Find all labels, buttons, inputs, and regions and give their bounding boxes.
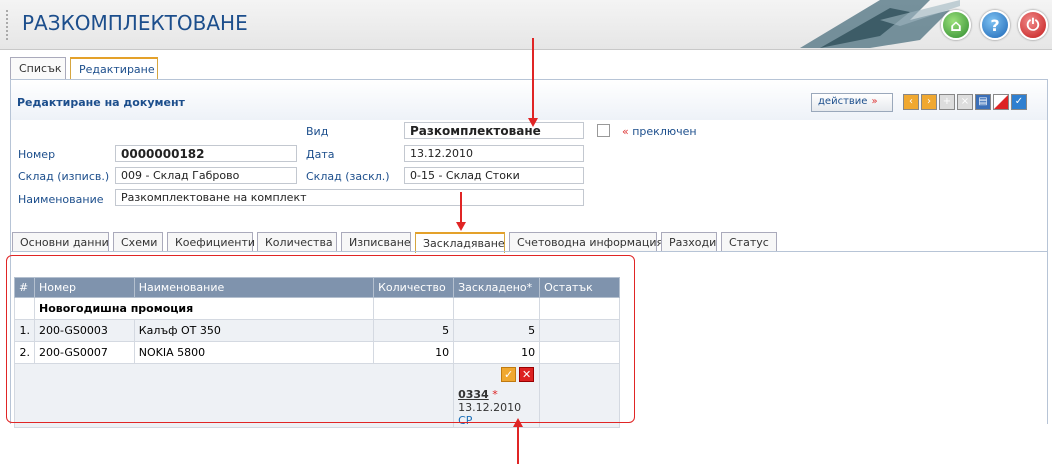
warehouse-in-label: Склад (заскл.) (306, 170, 390, 183)
name-label: Наименование (18, 193, 104, 206)
annotation-highlight-box (6, 255, 635, 423)
help-icon[interactable]: ? (980, 10, 1010, 40)
next-icon[interactable]: › (921, 94, 937, 110)
annotation-arrowhead-1 (528, 118, 538, 127)
warehouse-in-field[interactable]: 0-15 - Склад Стоки (404, 167, 584, 184)
tab-basic-data[interactable]: Основни данни (12, 232, 109, 252)
grip-handle (6, 10, 9, 40)
tab-schemes[interactable]: Схеми (113, 232, 163, 252)
switched-checkbox[interactable] (597, 124, 610, 137)
annotation-arrow-2 (460, 192, 462, 224)
switched-label: « преключен (622, 125, 697, 138)
home-icon[interactable]: ⌂ (941, 10, 971, 40)
tab-storage[interactable]: Заскладяване (415, 232, 505, 253)
bird-logo-icon (800, 0, 960, 48)
tab-coefficients[interactable]: Коефициенти (167, 232, 255, 252)
annotation-arrow-1 (532, 38, 534, 120)
delete-disabled-icon[interactable]: × (957, 94, 973, 110)
tab-quantities[interactable]: Количества (257, 232, 337, 252)
date-field[interactable]: 13.12.2010 (404, 145, 584, 162)
action-arrow: » (871, 96, 878, 107)
confirm-icon[interactable]: ✓ (1011, 94, 1027, 110)
tab-expenses[interactable]: Разходи (661, 232, 717, 252)
action-button[interactable]: действие» (811, 93, 893, 112)
prev-icon[interactable]: ‹ (903, 94, 919, 110)
number-label: Номер (18, 148, 56, 161)
app-title: РАЗКОМПЛЕКТОВАНЕ (22, 11, 248, 35)
page-title: Редактиране на документ (17, 96, 185, 109)
panel-header: Редактиране на документ действие» ‹ › + … (11, 80, 1047, 120)
tab-edit[interactable]: Редактиране (70, 57, 158, 80)
add-icon[interactable]: + (939, 94, 955, 110)
switched-quote: « (622, 125, 629, 138)
print-icon[interactable]: ▤ (975, 94, 991, 110)
action-label: действие (818, 96, 868, 107)
name-field[interactable]: Разкомплектоване на комплект (115, 189, 584, 206)
annotation-arrowhead-3 (513, 418, 523, 427)
tab-divider (10, 251, 1048, 252)
annotation-arrow-3 (517, 426, 519, 464)
tab-status[interactable]: Статус (721, 232, 777, 252)
tab-accounting-info[interactable]: Счетоводна информация (509, 232, 663, 252)
date-label: Дата (306, 148, 335, 161)
switched-text: преключен (632, 125, 697, 138)
top-bar: РАЗКОМПЛЕКТОВАНЕ ⌂ ? ⏻ (0, 0, 1052, 50)
tab-list[interactable]: Списък (10, 57, 66, 79)
tab-write-off[interactable]: Изписване (341, 232, 411, 252)
warehouse-out-label: Склад (изписв.) (18, 170, 110, 183)
type-label: Вид (306, 125, 329, 138)
number-field[interactable]: 0000000182 (115, 145, 297, 162)
annotation-arrowhead-2 (456, 222, 466, 231)
power-icon[interactable]: ⏻ (1018, 10, 1048, 40)
warehouse-out-field[interactable]: 009 - Склад Габрово (115, 167, 297, 184)
cancel-icon[interactable] (993, 94, 1009, 110)
type-field[interactable]: Разкомплектоване (404, 122, 584, 139)
